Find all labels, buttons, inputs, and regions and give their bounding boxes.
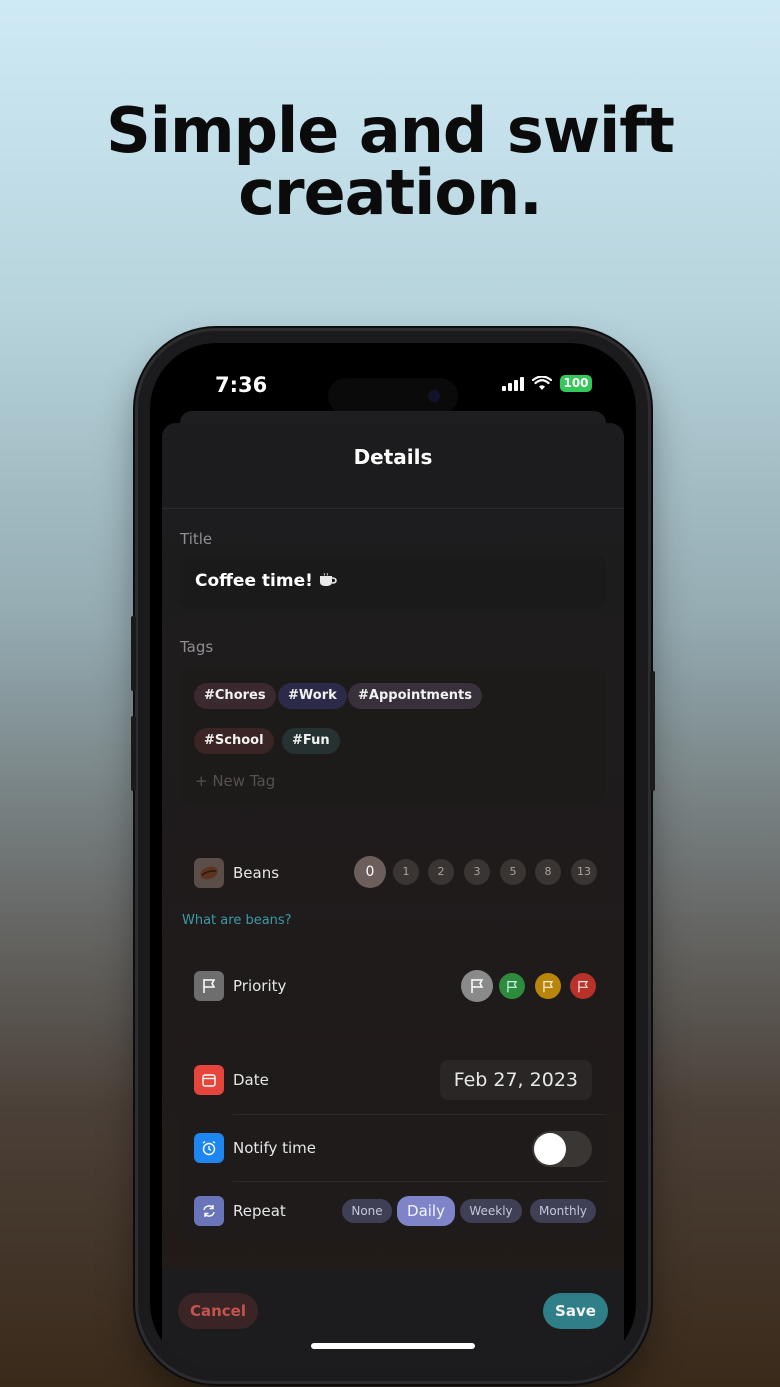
flag-icon bbox=[578, 980, 589, 992]
cancel-button[interactable]: Cancel bbox=[178, 1293, 258, 1329]
beans-card: Beans 0 1 2 3 5 8 13 bbox=[180, 845, 606, 902]
home-indicator[interactable] bbox=[311, 1343, 475, 1349]
title-value: Coffee time! bbox=[195, 571, 313, 591]
repeat-icon bbox=[194, 1196, 224, 1226]
bean-option-0[interactable]: 0 bbox=[354, 856, 386, 888]
notify-time-toggle[interactable] bbox=[532, 1131, 592, 1167]
repeat-none-option[interactable]: None bbox=[342, 1199, 392, 1223]
bean-option-3[interactable]: 3 bbox=[464, 859, 490, 885]
flag-icon bbox=[471, 979, 484, 993]
divider bbox=[233, 1114, 606, 1115]
calendar-icon bbox=[194, 1065, 224, 1095]
details-sheet: Details Title Coffee time! Tags #Chores … bbox=[162, 423, 624, 1369]
divider bbox=[162, 508, 624, 509]
new-tag-button[interactable]: + New Tag bbox=[195, 772, 275, 790]
headline-line-2: creation. bbox=[238, 156, 542, 229]
headline: Simple and swift creation. bbox=[0, 100, 780, 224]
priority-none-button[interactable] bbox=[461, 970, 493, 1002]
repeat-weekly-option[interactable]: Weekly bbox=[460, 1199, 522, 1223]
tag-appointments[interactable]: #Appointments bbox=[348, 683, 482, 709]
repeat-daily-option[interactable]: Daily bbox=[397, 1196, 455, 1226]
tag-school[interactable]: #School bbox=[194, 728, 274, 754]
tags-label: Tags bbox=[180, 638, 214, 656]
cellular-signal-icon bbox=[502, 376, 524, 391]
status-icons: 100 bbox=[502, 375, 592, 392]
priority-label: Priority bbox=[233, 977, 287, 995]
bean-option-8[interactable]: 8 bbox=[535, 859, 561, 885]
title-label: Title bbox=[180, 530, 213, 548]
title-input[interactable]: Coffee time! bbox=[180, 555, 606, 609]
notify-time-label: Notify time bbox=[233, 1139, 316, 1157]
bean-option-5[interactable]: 5 bbox=[500, 859, 526, 885]
battery-icon: 100 bbox=[560, 375, 592, 392]
priority-card: Priority bbox=[180, 958, 606, 1015]
volume-down-button bbox=[131, 716, 136, 791]
schedule-card: Date Feb 27, 2023 Notify time Repeat Non… bbox=[180, 1046, 606, 1241]
wifi-icon bbox=[532, 376, 552, 390]
phone-screen: 7:36 100 Details Title Coffee time! Tags… bbox=[150, 343, 636, 1369]
power-button bbox=[650, 671, 655, 791]
bean-option-2[interactable]: 2 bbox=[428, 859, 454, 885]
what-are-beans-link[interactable]: What are beans? bbox=[182, 913, 292, 928]
flag-icon bbox=[507, 980, 518, 992]
tag-chores[interactable]: #Chores bbox=[194, 683, 276, 709]
divider bbox=[233, 1181, 606, 1182]
phone-frame: 7:36 100 Details Title Coffee time! Tags… bbox=[131, 331, 655, 1381]
repeat-monthly-option[interactable]: Monthly bbox=[530, 1199, 596, 1223]
dynamic-island bbox=[328, 378, 458, 414]
headline-line-1: Simple and swift bbox=[106, 94, 675, 167]
tag-fun[interactable]: #Fun bbox=[282, 728, 340, 754]
bottom-action-bar: Cancel Save bbox=[162, 1269, 624, 1369]
alarm-clock-icon bbox=[194, 1133, 224, 1163]
coffee-cup-icon bbox=[319, 573, 337, 586]
date-label: Date bbox=[233, 1071, 269, 1089]
save-button[interactable]: Save bbox=[543, 1293, 608, 1329]
repeat-label: Repeat bbox=[233, 1202, 286, 1220]
date-picker[interactable]: Feb 27, 2023 bbox=[439, 1060, 592, 1100]
bean-option-1[interactable]: 1 bbox=[393, 859, 419, 885]
priority-low-button[interactable] bbox=[499, 973, 525, 999]
status-time: 7:36 bbox=[215, 373, 268, 397]
flag-icon bbox=[543, 980, 554, 992]
coffee-bean-icon bbox=[194, 858, 224, 888]
sheet-title: Details bbox=[353, 445, 433, 469]
priority-high-button[interactable] bbox=[570, 973, 596, 999]
toggle-knob bbox=[534, 1133, 566, 1165]
bean-option-13[interactable]: 13 bbox=[571, 859, 597, 885]
flag-icon bbox=[194, 971, 224, 1001]
tags-box: #Chores #Work #Appointments #School #Fun… bbox=[180, 667, 606, 805]
volume-up-button bbox=[131, 616, 136, 691]
tag-work[interactable]: #Work bbox=[278, 683, 347, 709]
priority-medium-button[interactable] bbox=[535, 973, 561, 999]
title-value-row: Coffee time! bbox=[195, 571, 337, 591]
beans-label: Beans bbox=[233, 864, 280, 882]
